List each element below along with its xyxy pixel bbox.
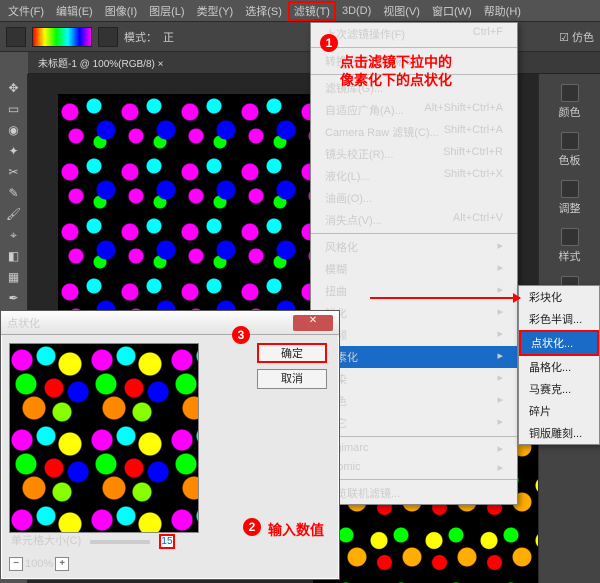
eraser-tool-icon[interactable]: ◧ bbox=[3, 246, 25, 266]
menu-vanishing-point[interactable]: 消失点(V)...Alt+Ctrl+V bbox=[311, 209, 517, 231]
submenu-mosaic[interactable]: 马赛克... bbox=[519, 378, 599, 400]
submenu-pointillize[interactable]: 点状化... bbox=[519, 330, 599, 356]
wand-tool-icon[interactable]: ✦ bbox=[3, 141, 25, 161]
menu-filter[interactable]: 滤镜(T) bbox=[288, 1, 336, 21]
lasso-tool-icon[interactable]: ◉ bbox=[3, 120, 25, 140]
menu-help[interactable]: 帮助(H) bbox=[478, 1, 527, 21]
menu-oil-paint[interactable]: 油画(O)... bbox=[311, 187, 517, 209]
menu-noise[interactable]: 杂色▸ bbox=[311, 390, 517, 412]
menu-window[interactable]: 窗口(W) bbox=[426, 1, 478, 21]
dither-checkbox-label[interactable]: ☑ 仿色 bbox=[559, 29, 594, 45]
adjust-panel-icon[interactable] bbox=[561, 180, 579, 198]
menu-liquify[interactable]: 液化(L)...Shift+Ctrl+X bbox=[311, 165, 517, 187]
swatches-panel-label: 色板 bbox=[559, 152, 581, 168]
callout-badge-2: 2 bbox=[243, 518, 261, 536]
pixelate-submenu: 彩块化 彩色半调... 点状化... 晶格化... 马赛克... 碎片 铜版雕刻… bbox=[518, 285, 600, 445]
menu-view[interactable]: 视图(V) bbox=[377, 1, 426, 21]
cell-size-slider[interactable] bbox=[90, 540, 150, 544]
dialog-title: 点状化 bbox=[7, 315, 40, 331]
mode-label: 模式： bbox=[124, 29, 157, 45]
menu-browse-online[interactable]: 浏览联机滤镜... bbox=[311, 482, 517, 504]
crop-tool-icon[interactable]: ✂ bbox=[3, 162, 25, 182]
marquee-tool-icon[interactable]: ▭ bbox=[3, 99, 25, 119]
menu-edit[interactable]: 编辑(E) bbox=[50, 1, 99, 21]
gradient-type-icon[interactable] bbox=[98, 27, 118, 47]
submenu-crystallize[interactable]: 晶格化... bbox=[519, 356, 599, 378]
callout-text-1b: 像素化下的点状化 bbox=[340, 70, 452, 90]
cell-size-input[interactable]: 15 bbox=[159, 534, 174, 549]
filter-dropdown: 上次滤镜操作(F)Ctrl+F 转换为智能滤镜(S) 滤镜库(G)... 自适应… bbox=[310, 22, 518, 505]
stamp-tool-icon[interactable]: ⌖ bbox=[3, 225, 25, 245]
move-tool-icon[interactable]: ✥ bbox=[3, 78, 25, 98]
menu-file[interactable]: 文件(F) bbox=[2, 1, 50, 21]
menu-adaptive-wide[interactable]: 自适应广角(A)...Alt+Shift+Ctrl+A bbox=[311, 99, 517, 121]
menu-neural[interactable]: enomic▸ bbox=[311, 458, 517, 477]
submenu-mezzotint[interactable]: 铜版雕刻... bbox=[519, 422, 599, 444]
menu-render[interactable]: 渲染▸ bbox=[311, 368, 517, 390]
close-icon[interactable]: ✕ bbox=[293, 315, 333, 331]
menu-lens-correction[interactable]: 镜头校正(R)...Shift+Ctrl+R bbox=[311, 143, 517, 165]
zoom-out-button[interactable]: − bbox=[9, 557, 23, 571]
zoom-controls: − 100% + bbox=[9, 557, 69, 571]
gradient-preview[interactable] bbox=[32, 27, 92, 47]
cell-size-label: 单元格大小(C) bbox=[11, 535, 81, 547]
brush-tool-icon[interactable]: 🖌 bbox=[3, 204, 25, 224]
menu-sharpen[interactable]: 锐化▸ bbox=[311, 302, 517, 324]
menu-last-filter[interactable]: 上次滤镜操作(F)Ctrl+F bbox=[311, 23, 517, 45]
swatches-panel-icon[interactable] bbox=[561, 132, 579, 150]
color-panel-icon[interactable] bbox=[561, 84, 579, 102]
zoom-in-button[interactable]: + bbox=[55, 557, 69, 571]
callout-badge-1: 1 bbox=[320, 34, 338, 52]
menu-other[interactable]: 其它▸ bbox=[311, 412, 517, 434]
preview-box bbox=[9, 343, 199, 533]
menu-select[interactable]: 选择(S) bbox=[239, 1, 288, 21]
submenu-facet[interactable]: 彩块化 bbox=[519, 286, 599, 308]
ok-button[interactable]: 确定 bbox=[257, 343, 327, 363]
brush-preset-icon[interactable] bbox=[6, 27, 26, 47]
menu-image[interactable]: 图像(I) bbox=[99, 1, 143, 21]
submenu-halftone[interactable]: 彩色半调... bbox=[519, 308, 599, 330]
submenu-fragment[interactable]: 碎片 bbox=[519, 400, 599, 422]
mode-value[interactable]: 正 bbox=[163, 29, 174, 45]
menu-pixelate[interactable]: 像素化▸ bbox=[311, 346, 517, 368]
eyedropper-tool-icon[interactable]: ✎ bbox=[3, 183, 25, 203]
menu-digimarc[interactable]: Digimarc▸ bbox=[311, 439, 517, 458]
styles-panel-label: 样式 bbox=[559, 248, 581, 264]
menu-type[interactable]: 类型(Y) bbox=[191, 1, 240, 21]
callout-text-2: 输入数值 bbox=[268, 520, 324, 540]
main-menu-bar: 文件(F) 编辑(E) 图像(I) 图层(L) 类型(Y) 选择(S) 滤镜(T… bbox=[0, 0, 600, 22]
pen-tool-icon[interactable]: ✒ bbox=[3, 288, 25, 308]
adjust-panel-label: 调整 bbox=[559, 200, 581, 216]
menu-camera-raw[interactable]: Camera Raw 滤镜(C)...Shift+Ctrl+A bbox=[311, 121, 517, 143]
cancel-button[interactable]: 取消 bbox=[257, 369, 327, 389]
callout-arrow-1 bbox=[370, 297, 520, 299]
menu-layer[interactable]: 图层(L) bbox=[143, 1, 190, 21]
styles-panel-icon[interactable] bbox=[561, 228, 579, 246]
gradient-tool-icon[interactable]: ▦ bbox=[3, 267, 25, 287]
menu-stylize[interactable]: 风格化▸ bbox=[311, 236, 517, 258]
menu-video[interactable]: 视频▸ bbox=[311, 324, 517, 346]
zoom-level: 100% bbox=[25, 558, 53, 570]
color-panel-label: 颜色 bbox=[559, 104, 581, 120]
menu-blur[interactable]: 模糊▸ bbox=[311, 258, 517, 280]
callout-text-1a: 点击滤镜下拉中的 bbox=[340, 52, 452, 72]
menu-3d[interactable]: 3D(D) bbox=[336, 3, 377, 19]
callout-badge-3: 3 bbox=[232, 326, 250, 344]
